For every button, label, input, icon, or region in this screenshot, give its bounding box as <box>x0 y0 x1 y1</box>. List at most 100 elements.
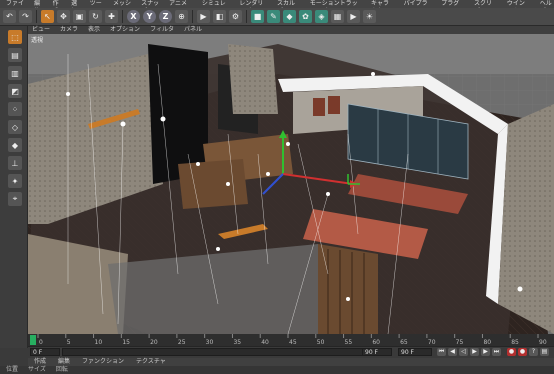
menu-snap[interactable]: スナップ <box>141 0 160 15</box>
timeline-tick-label: 85 <box>511 339 519 346</box>
menu-select[interactable]: 選択 <box>71 0 81 15</box>
redo-icon[interactable]: ↷ <box>19 10 32 23</box>
select-tool-icon[interactable]: ↖ <box>41 10 54 23</box>
3d-viewport[interactable] <box>28 34 554 334</box>
menu-render[interactable]: レンダリング <box>239 0 268 15</box>
polygons-mode-icon[interactable]: ◆ <box>8 138 22 152</box>
camera-icon[interactable]: ▶ <box>347 10 360 23</box>
menu-mesh[interactable]: メッシュ <box>113 0 132 15</box>
viewport-menu-camera[interactable]: カメラ <box>60 26 78 34</box>
timeline-tick-label: 15 <box>122 339 130 346</box>
material-manager-menubar: 作成 編集 ファンクション テクスチャ <box>28 358 554 366</box>
end-frame-field[interactable]: 90 F <box>362 348 392 356</box>
material-menu-texture[interactable]: テクスチャ <box>136 358 166 366</box>
points-mode-icon[interactable]: ⁘ <box>8 102 22 116</box>
keyframe-selection-button[interactable]: ? <box>529 348 538 356</box>
y-axis-button[interactable]: Y <box>143 10 156 23</box>
menu-motion-tracking[interactable]: モーショントラッキング <box>310 0 362 15</box>
coord-position-label: 位置 <box>6 366 19 373</box>
subdivision-icon[interactable]: ◆ <box>283 10 296 23</box>
viewport-menu-options[interactable]: オプション <box>110 26 140 34</box>
toolbar-divider <box>192 10 193 23</box>
array-icon[interactable]: ✿ <box>299 10 312 23</box>
menu-plugins[interactable]: プラグイン <box>441 0 465 15</box>
texture-mode-icon[interactable]: ▥ <box>8 66 22 80</box>
viewport-menu-display[interactable]: 表示 <box>88 26 100 34</box>
cube-primitive-icon[interactable]: ■ <box>251 10 264 23</box>
material-menu-function[interactable]: ファンクション <box>82 358 124 366</box>
model-mode-icon[interactable]: ▤ <box>8 48 22 62</box>
timeline-options-button[interactable]: ▤ <box>540 348 549 356</box>
timeline-ticks: 0 5 10 15 20 25 30 35 40 45 50 55 60 65 70 75 80 85 90 <box>30 334 547 346</box>
coordinates-panel-header: 位置 サイズ 回転 <box>0 366 554 374</box>
light-icon[interactable]: ☀ <box>363 10 376 23</box>
timeline-ruler[interactable]: 0 5 10 15 20 25 30 35 40 45 50 55 60 65 70 75 80 85 90 <box>28 334 554 346</box>
menu-script[interactable]: スクリプト <box>474 0 498 15</box>
playhead[interactable] <box>30 335 36 345</box>
render-picture-viewer-icon[interactable]: ◧ <box>213 10 226 23</box>
z-axis-button[interactable]: Z <box>159 10 172 23</box>
counter-block-2 <box>178 159 248 209</box>
snap-icon[interactable]: ⌖ <box>8 192 22 206</box>
timeline-tick-label: 30 <box>206 339 214 346</box>
main-toolbar: ↶ ↷ ↖ ✥ ▣ ↻ ✚ X Y Z ⊕ ▶ ◧ ⚙ ■ ✎ ◆ ✿ ◈ ▦ … <box>0 8 554 26</box>
left-mode-palette: ⬚ ▤ ▥ ◩ ⁘ ◇ ◆ ⊥ ✦ ⌖ <box>0 26 28 348</box>
workplane-icon[interactable]: ◩ <box>8 84 22 98</box>
goto-end-button[interactable]: ⏭ <box>492 348 501 356</box>
timeline-tick-label: 50 <box>317 339 325 346</box>
menu-animate[interactable]: アニメート <box>169 0 193 15</box>
timeline-tick-label: 35 <box>233 339 241 346</box>
menu-edit[interactable]: 編集 <box>34 0 44 15</box>
last-tool-icon[interactable]: ✚ <box>105 10 118 23</box>
floor-icon[interactable]: ▦ <box>331 10 344 23</box>
menu-window[interactable]: ウインドウ <box>507 0 531 15</box>
menu-file[interactable]: ファイル <box>6 0 25 15</box>
viewport-menu-view[interactable]: ビュー <box>32 26 50 34</box>
tweak-mode-icon[interactable]: ✦ <box>8 174 22 188</box>
viewport-menu-filter[interactable]: フィルタ <box>150 26 174 34</box>
menu-create[interactable]: 作成 <box>53 0 63 15</box>
x-axis-button[interactable]: X <box>127 10 140 23</box>
rotate-tool-icon[interactable]: ↻ <box>89 10 102 23</box>
play-button[interactable]: ▶ <box>470 348 479 356</box>
undo-icon[interactable]: ↶ <box>3 10 16 23</box>
autokey-button[interactable]: ● <box>518 348 527 356</box>
toolbar-divider <box>36 10 37 23</box>
prev-key-button[interactable]: ◀ <box>448 348 457 356</box>
menu-pipeline[interactable]: パイプライン <box>404 0 433 15</box>
timeline-tick-label: 65 <box>400 339 408 346</box>
material-menu-create[interactable]: 作成 <box>34 358 46 366</box>
toolbar-divider <box>246 10 247 23</box>
end-frame-field-b[interactable]: 90 F <box>398 348 432 356</box>
main-menubar: ファイル 編集 作成 選択 ツール メッシュ スナップ アニメート シミュレート… <box>0 0 554 15</box>
viewport-menu-panel[interactable]: パネル <box>184 26 202 34</box>
viewport-camera-label: 透視 <box>31 37 44 44</box>
menu-tools[interactable]: ツール <box>90 0 104 15</box>
goto-start-button[interactable]: ⏮ <box>437 348 446 356</box>
move-tool-icon[interactable]: ✥ <box>57 10 70 23</box>
material-menu-edit[interactable]: 編集 <box>58 358 70 366</box>
start-frame-field[interactable]: 0 F <box>30 348 60 356</box>
play-backward-button[interactable]: ◁ <box>459 348 468 356</box>
timeline-tick-label: 80 <box>483 339 491 346</box>
make-editable-icon[interactable]: ⬚ <box>8 30 22 44</box>
timeline-tick-label: 75 <box>456 339 464 346</box>
menu-help[interactable]: ヘルプ <box>540 0 554 15</box>
next-key-button[interactable]: ▶ <box>481 348 490 356</box>
coordinate-system-icon[interactable]: ⊕ <box>175 10 188 23</box>
edges-mode-icon[interactable]: ◇ <box>8 120 22 134</box>
deformer-icon[interactable]: ◈ <box>315 10 328 23</box>
menu-character[interactable]: キャラクタ <box>371 0 395 15</box>
render-settings-icon[interactable]: ⚙ <box>229 10 242 23</box>
axis-mode-icon[interactable]: ⊥ <box>8 156 22 170</box>
timeline-tick-label: 70 <box>428 339 436 346</box>
menu-sculpt[interactable]: スカルプト <box>277 0 301 15</box>
timeline-tick-label: 40 <box>261 339 269 346</box>
menu-simulate[interactable]: シミュレート <box>202 0 231 15</box>
scale-tool-icon[interactable]: ▣ <box>73 10 86 23</box>
render-view-icon[interactable]: ▶ <box>197 10 210 23</box>
timeline-tick-label: 90 <box>539 339 547 346</box>
range-slider[interactable] <box>62 348 392 356</box>
record-button[interactable]: ● <box>507 348 516 356</box>
pen-spline-icon[interactable]: ✎ <box>267 10 280 23</box>
